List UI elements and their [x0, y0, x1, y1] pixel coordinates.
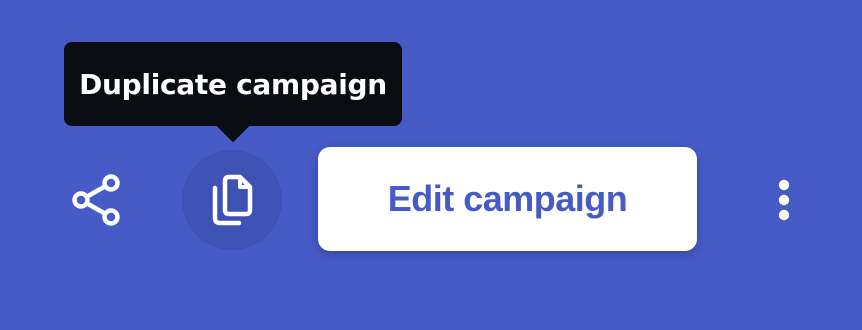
more-options-button[interactable]	[764, 172, 804, 228]
tooltip-text: Duplicate campaign	[79, 67, 387, 101]
edit-campaign-label: Edit campaign	[387, 178, 628, 219]
share-button[interactable]	[64, 170, 128, 230]
copy-icon	[212, 174, 253, 226]
share-icon	[72, 174, 120, 226]
more-vertical-icon	[778, 179, 790, 221]
duplicate-button[interactable]	[182, 150, 282, 250]
edit-campaign-button[interactable]: Edit campaign	[318, 147, 697, 251]
